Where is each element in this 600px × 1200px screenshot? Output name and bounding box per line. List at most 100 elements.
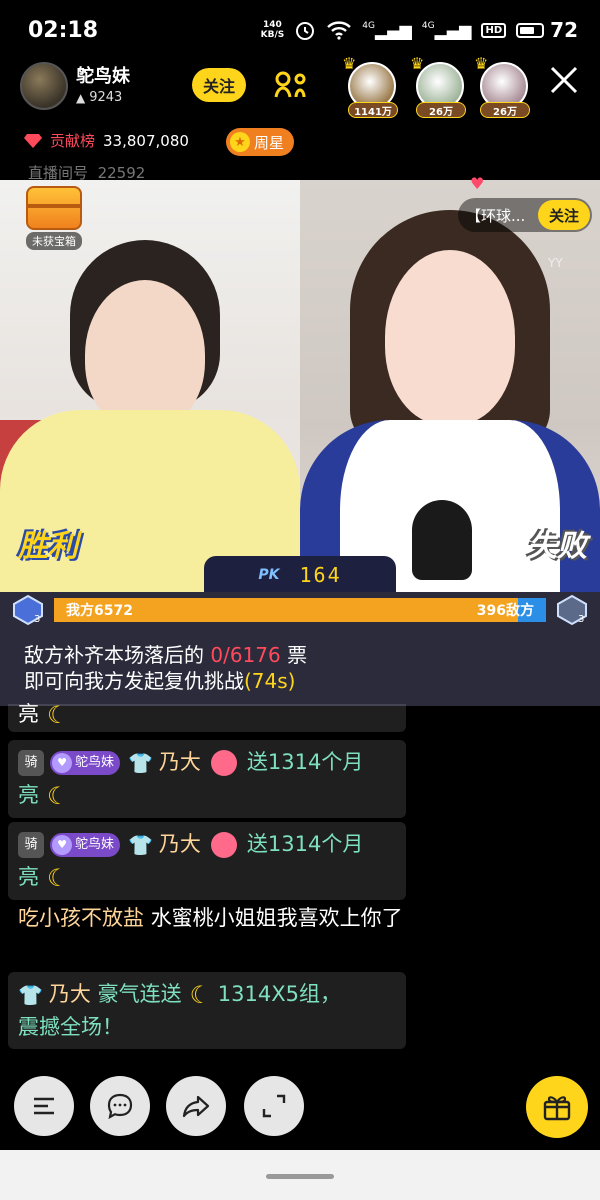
chat-message: 亮 ☾ xyxy=(8,701,406,732)
pk-progress-row: 3 我方6572 396敌方 3 xyxy=(0,592,600,628)
contribution-value: 33,807,080 xyxy=(103,131,189,150)
anchor-fans: ▲ 9243 xyxy=(76,90,122,105)
star-icon: ★ xyxy=(230,132,250,152)
lose-badge: 失败 xyxy=(527,529,587,564)
top-viewer-3[interactable]: ♛ 26万 xyxy=(474,54,530,118)
anchor-avatar[interactable] xyxy=(20,62,68,110)
follow-button[interactable]: 关注 xyxy=(192,68,246,102)
chat-message: 骑 ♥ 鸵鸟妹 👕 乃大 送1314个月 亮 ☾ xyxy=(8,740,406,818)
chat-user[interactable]: 乃大 xyxy=(159,832,201,856)
signal-icon-2: 4G▂▄▆ xyxy=(421,20,472,40)
moon-icon: ☾ xyxy=(47,864,69,892)
heart-icon: ♥ xyxy=(470,174,485,193)
close-icon[interactable] xyxy=(544,60,584,100)
home-handle[interactable] xyxy=(266,1174,334,1179)
moon-icon: ☾ xyxy=(47,701,69,729)
pk-score: 164 xyxy=(299,563,342,587)
battery-indicator: 72 xyxy=(516,18,578,42)
microphone xyxy=(412,500,472,580)
level-badge: 骑 xyxy=(18,832,44,858)
gift-icon xyxy=(210,832,237,858)
battery-icon xyxy=(516,22,545,38)
revenge-line-2: 即可向我方发起复仇挑战(74s) xyxy=(24,669,296,693)
shirt-icon: 👕 xyxy=(128,833,153,857)
network-speed: 140 KB/S xyxy=(260,20,285,40)
system-nav-bar xyxy=(0,1150,600,1200)
partner-figure-face xyxy=(385,250,515,425)
treasure-box[interactable]: 未获宝箱 xyxy=(18,186,90,252)
contribution-rank[interactable]: 贡献榜 33,807,080 xyxy=(24,130,189,151)
live-header: 鸵鸟妹 ▲ 9243 关注 ♛ 1141万 ♛ 26万 ♛ 26万 xyxy=(0,54,600,118)
heart-icon: ♥ xyxy=(52,753,72,773)
contribution-label: 贡献榜 xyxy=(50,132,96,150)
battery-level: 72 xyxy=(550,18,578,42)
partner-name: 【环球... xyxy=(466,206,526,225)
share-icon xyxy=(182,1095,210,1118)
revenge-notice: 敌方补齐本场落后的 0/6176 票 即可向我方发起复仇挑战(74s) xyxy=(0,628,600,706)
chat-user[interactable]: 乃大 xyxy=(49,982,91,1006)
chat-button[interactable] xyxy=(90,1076,150,1136)
moon-icon: ☾ xyxy=(47,782,69,810)
level-badge: 骑 xyxy=(18,750,44,776)
shirt-icon: 👕 xyxy=(18,983,43,1007)
svg-text:3: 3 xyxy=(34,614,40,625)
status-bar: 02:18 140 KB/S 4G▂▄▆ 4G▂▄▆ HD 72 xyxy=(0,0,600,60)
fan-badge: ♥ 鸵鸟妹 xyxy=(50,833,121,857)
fullscreen-icon xyxy=(262,1094,286,1118)
yy-watermark: YY xyxy=(548,256,563,270)
bottom-toolbar xyxy=(0,1076,600,1140)
combo-message: 👕 乃大 豪气连送 ☾ 1314X5组， 震撼全场！ xyxy=(8,972,406,1049)
pk-score-tab: PK 164 xyxy=(204,556,396,594)
alarm-icon xyxy=(296,22,315,40)
revenge-line-1: 敌方补齐本场落后的 0/6176 票 xyxy=(24,643,308,667)
win-badge: 胜利 xyxy=(18,529,78,564)
rank-shield-icon: 3 xyxy=(557,594,587,626)
co-host-link-icon[interactable] xyxy=(272,70,312,100)
status-time: 02:18 xyxy=(28,17,99,43)
moon-icon: ☾ xyxy=(189,981,212,1009)
svg-text:3: 3 xyxy=(578,614,584,625)
signal-icon: 4G▂▄▆ xyxy=(362,20,412,40)
menu-button[interactable] xyxy=(14,1076,74,1136)
status-icons: 140 KB/S 4G▂▄▆ 4G▂▄▆ HD 72 xyxy=(261,18,578,42)
anchor-fans-count: 9243 xyxy=(89,90,123,105)
fire-icon: ▲ xyxy=(76,90,86,105)
share-button[interactable] xyxy=(166,1076,226,1136)
chat-text: 水蜜桃小姐姐我喜欢上你了 xyxy=(150,906,403,930)
chat-message: 骑 ♥ 鸵鸟妹 👕 乃大 送1314个月 亮 ☾ xyxy=(8,822,406,900)
pk-logo-icon: PK xyxy=(258,567,280,583)
chat-bubble-icon xyxy=(107,1093,133,1120)
menu-icon xyxy=(34,1097,54,1115)
gem-icon xyxy=(24,133,42,148)
fullscreen-button[interactable] xyxy=(244,1076,304,1136)
gift-icon xyxy=(210,750,237,776)
top-viewer-1[interactable]: ♛ 1141万 xyxy=(342,54,398,118)
viewer-tag: 26万 xyxy=(480,102,530,118)
week-star-label: 周星 xyxy=(254,133,285,152)
week-star-button[interactable]: ★ 周星 xyxy=(226,128,295,156)
gift-box-icon xyxy=(543,1096,571,1121)
top-viewer-2[interactable]: ♛ 26万 xyxy=(410,54,466,118)
viewer-tag: 1141万 xyxy=(348,102,398,118)
treasure-chest-icon xyxy=(26,186,82,230)
battery-fill xyxy=(520,26,535,34)
heart-icon: ♥ xyxy=(52,835,72,855)
rank-shield-icon: 3 xyxy=(13,594,43,626)
hd-icon: HD xyxy=(481,22,507,38)
chat-message: 吃小孩不放盐 水蜜桃小姐姐我喜欢上你了 xyxy=(18,902,408,934)
fan-badge: ♥ 鸵鸟妹 xyxy=(50,751,121,775)
crown-icon: ♛ xyxy=(410,54,425,73)
wifi-icon xyxy=(327,21,352,40)
anchor-name[interactable]: 鸵鸟妹 xyxy=(76,62,130,88)
crown-icon: ♛ xyxy=(474,54,489,73)
treasure-label: 未获宝箱 xyxy=(26,232,82,250)
anchor-figure-face xyxy=(85,280,205,430)
partner-tag[interactable]: 【环球... 关注 xyxy=(458,198,592,232)
shirt-icon: 👕 xyxy=(128,751,153,775)
partner-follow-button[interactable]: 关注 xyxy=(538,200,590,230)
chat-user[interactable]: 吃小孩不放盐 xyxy=(18,906,144,930)
gift-button[interactable] xyxy=(526,1076,588,1138)
viewer-tag: 26万 xyxy=(416,102,466,118)
chat-user[interactable]: 乃大 xyxy=(159,750,201,774)
pk-ours-text: 我方6572 xyxy=(66,603,133,619)
